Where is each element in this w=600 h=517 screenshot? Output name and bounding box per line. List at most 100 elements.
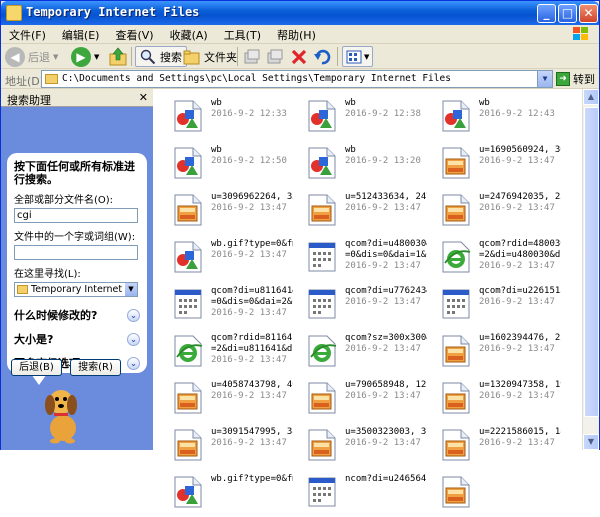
go-button[interactable]: ➜ 转到: [556, 70, 595, 88]
menu-tools[interactable]: 工具(T): [216, 25, 269, 44]
expand-icon[interactable]: ⌄: [127, 332, 140, 346]
maximize-button[interactable]: □: [558, 4, 577, 23]
file-item[interactable]: qcom?di=u811641&dri=0&dis=0&dai=2&p...20…: [161, 283, 295, 329]
file-date: 2016-9-2 13:47: [345, 344, 421, 354]
file-item[interactable]: ncom?di=u2465641&dr: [295, 471, 429, 517]
copy-to-button[interactable]: [266, 46, 284, 67]
back-button[interactable]: ◀ 后退 ▼: [5, 46, 58, 67]
media-file-icon: [305, 99, 339, 133]
look-in-select[interactable]: Temporary Internet Files ▼: [14, 282, 138, 297]
file-date: 2016-9-2 13:47: [211, 203, 287, 213]
file-item[interactable]: qcom?rdid=811641&dc=2&di=u811641&dr...20…: [161, 330, 295, 376]
file-name: u=512433634, 2477...: [345, 192, 427, 202]
folder-icon: [6, 5, 22, 21]
title-bar[interactable]: Temporary Internet Files _ □ ✕: [1, 1, 599, 25]
up-folder-icon: [109, 47, 127, 65]
option-modified-label: 什么时候修改的?: [14, 309, 98, 322]
file-item[interactable]: wb.gif?type=0&fm...2016-9-2 13:47: [161, 236, 295, 282]
close-pane-icon[interactable]: ✕: [139, 91, 148, 104]
file-date: 2016-9-2 13:47: [479, 344, 555, 354]
move-to-icon: [244, 49, 260, 63]
undo-button[interactable]: [313, 46, 331, 67]
file-item[interactable]: u=3091547995, 384...2016-9-2 13:47: [161, 424, 295, 470]
folders-button[interactable]: 文件夹: [183, 46, 237, 67]
delete-button[interactable]: [290, 46, 308, 67]
search-instructions: 按下面任何或所有标准进行搜索。: [14, 160, 135, 186]
file-item[interactable]: wb.gif?type=0&fm...: [161, 471, 295, 517]
menu-favorites[interactable]: 收藏(A): [162, 25, 216, 44]
media-file-icon: [171, 99, 205, 133]
menu-help[interactable]: 帮助(H): [269, 25, 324, 44]
file-label: u=3096962264, 359...2016-9-2 13:47: [211, 192, 293, 214]
file-date: 2016-9-2 12:38: [345, 109, 421, 119]
expand-icon[interactable]: ⌄: [127, 308, 140, 322]
option-size[interactable]: 大小是? ⌄: [14, 331, 140, 347]
image-file-icon: [305, 193, 339, 227]
file-date: 2016-9-2 13:47: [345, 438, 421, 448]
file-item[interactable]: qcom?sz=300x300&...2016-9-2 13:47: [295, 330, 429, 376]
internet-explorer-icon: [171, 334, 205, 368]
search-button[interactable]: 搜索: [135, 46, 187, 67]
minimize-button[interactable]: _: [537, 4, 556, 23]
file-item[interactable]: u=512433634, 2477...2016-9-2 13:47: [295, 189, 429, 235]
file-item[interactable]: u=1602394476, 223...2016-9-2 13:47: [429, 330, 563, 376]
file-item[interactable]: u=3500323003, 316...2016-9-2 13:47: [295, 424, 429, 470]
file-label: wb 2016-9-2 12:43: [479, 98, 561, 120]
option-modified[interactable]: 什么时候修改的? ⌄: [14, 307, 140, 323]
back-search-button[interactable]: 后退(B): [11, 359, 62, 376]
up-folder-button[interactable]: [108, 46, 128, 67]
file-item[interactable]: qcom?di=u2261513...2016-9-2 13:47: [429, 283, 563, 329]
file-item[interactable]: wb 2016-9-2 12:33: [161, 95, 295, 141]
file-item[interactable]: qcom?di=u776243&...2016-9-2 13:47: [295, 283, 429, 329]
file-item[interactable]: [429, 471, 563, 517]
file-item[interactable]: u=790658948, 1218...2016-9-2 13:47: [295, 377, 429, 423]
file-item[interactable]: wb 2016-9-2 13:20: [295, 142, 429, 188]
file-item[interactable]: u=1690560924, 365...2016-9-2 13:47: [429, 142, 563, 188]
search-start-button[interactable]: 搜索(R): [70, 359, 121, 376]
file-item[interactable]: wb 2016-9-2 12:50: [161, 142, 295, 188]
explorer-window: Temporary Internet Files _ □ ✕ 文件(F) 编辑(E…: [0, 0, 600, 508]
address-dropdown-button[interactable]: ▼: [537, 71, 552, 87]
menu-edit[interactable]: 编辑(E): [54, 25, 108, 44]
file-label: u=1690560924, 365...2016-9-2 13:47: [479, 145, 561, 167]
file-item[interactable]: qcom?di=u480030&dri=0&dis=0&dai=1&p...20…: [295, 236, 429, 282]
file-item[interactable]: wb 2016-9-2 12:43: [429, 95, 563, 141]
file-name: u=4058743798, 402...: [211, 380, 293, 390]
move-to-button[interactable]: [243, 46, 261, 67]
word-input[interactable]: [14, 245, 138, 260]
file-label: wb 2016-9-2 12:33: [211, 98, 293, 120]
scroll-thumb[interactable]: [584, 107, 599, 417]
file-date: 2016-9-2 13:47: [211, 308, 287, 318]
menu-view[interactable]: 查看(V): [107, 25, 161, 44]
file-date: 2016-9-2 13:47: [345, 297, 421, 307]
file-item[interactable]: qcom?rdid=480030&dc=2&di=u480030&dr...20…: [429, 236, 563, 282]
file-item[interactable]: u=2221586015, 182...2016-9-2 13:47: [429, 424, 563, 470]
file-date: 2016-9-2 13:47: [211, 391, 287, 401]
file-item[interactable]: u=3096962264, 359...2016-9-2 13:47: [161, 189, 295, 235]
file-date: 2016-9-2 12:50: [211, 156, 287, 166]
close-button[interactable]: ✕: [579, 4, 598, 23]
scroll-down-button[interactable]: ▼: [583, 434, 599, 450]
chevron-down-icon[interactable]: ▼: [125, 283, 137, 296]
address-bar: 地址(D) C:\Documents and Settings\pc\Local…: [1, 69, 599, 89]
filename-input[interactable]: [14, 208, 138, 223]
file-label: wb 2016-9-2 13:20: [345, 145, 427, 167]
menu-file[interactable]: 文件(F): [1, 25, 54, 44]
toolbar: ◀ 后退 ▼ ▶ ▼ 搜索 文件夹 ▼: [1, 44, 599, 69]
views-button[interactable]: ▼: [342, 46, 374, 67]
search-icon: [140, 49, 156, 64]
menu-bar: 文件(F) 编辑(E) 查看(V) 收藏(A) 工具(T) 帮助(H): [1, 25, 599, 44]
address-input[interactable]: C:\Documents and Settings\pc\Local Setti…: [41, 70, 553, 88]
file-view[interactable]: wb 2016-9-2 12:33 wb 2016-9-2 12:38 wb 2016-9…: [153, 89, 599, 508]
scroll-up-button[interactable]: ▲: [583, 89, 599, 105]
vertical-scrollbar[interactable]: ▲ ▼: [582, 89, 599, 450]
file-item[interactable]: u=1320947358, 192...2016-9-2 13:47: [429, 377, 563, 423]
file-item[interactable]: u=2476942035, 252...2016-9-2 13:47: [429, 189, 563, 235]
file-date: 2016-9-2 13:47: [479, 297, 555, 307]
forward-button[interactable]: ▶ ▼: [71, 46, 99, 67]
expand-icon[interactable]: ⌄: [127, 356, 140, 370]
file-item[interactable]: u=4058743798, 402...2016-9-2 13:47: [161, 377, 295, 423]
file-item[interactable]: wb 2016-9-2 12:38: [295, 95, 429, 141]
file-name: u=2476942035, 252...: [479, 192, 561, 202]
go-arrow-icon: ➜: [556, 72, 570, 86]
